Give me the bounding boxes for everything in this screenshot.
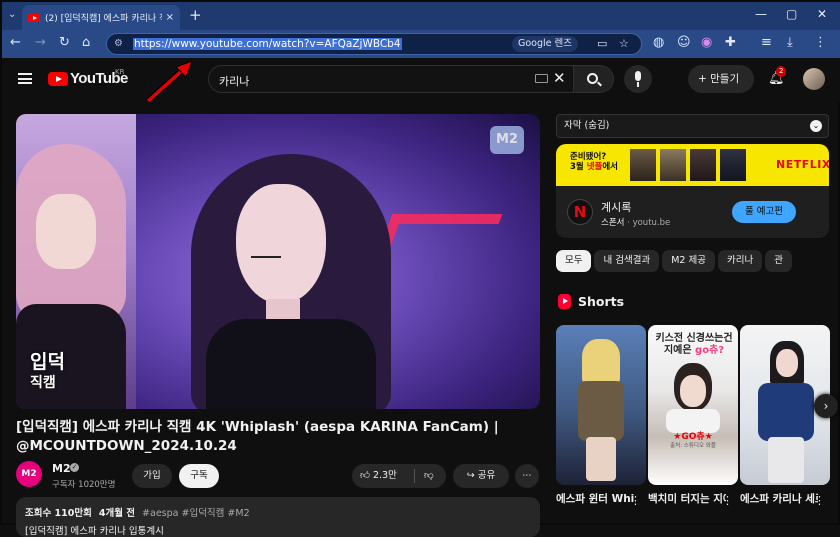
short-title-3[interactable]: 에스파 카리나 세로 직... (740, 492, 818, 507)
tab-search-icon[interactable]: ⌄ (8, 9, 16, 20)
shorts-next-chevron-icon[interactable]: › (814, 394, 838, 418)
description-text: [입덕직캠] 에스파 카리나 입통계시 (25, 523, 531, 537)
ad-banner[interactable]: 준비됐어? 3월 넷플에서 NETFLIX (556, 144, 829, 186)
search-query[interactable]: 카리나 (219, 73, 249, 89)
minimize-button[interactable]: — (755, 7, 767, 21)
shorts-logo-icon (558, 294, 571, 309)
clear-search-icon[interactable]: ✕ (553, 69, 566, 87)
netflix-n-logo-icon: N (567, 199, 593, 225)
extension-globe-icon[interactable]: ◍ (653, 35, 664, 50)
video-overlay-badge: 입덕 직캠 (30, 352, 65, 394)
download-icon[interactable]: ⤓ (787, 35, 793, 50)
youtube-logo-icon[interactable] (48, 72, 68, 86)
browser-tab-bar: ⌄ (2) [입덕직캠] 에스파 카리나 직 × + — ▢ ✕ (2, 2, 840, 30)
share-button[interactable]: ↪ 공유 (453, 464, 509, 488)
reading-list-icon[interactable]: ≡ (761, 35, 772, 50)
verified-check-icon: ✓ (70, 463, 79, 472)
short-2-more-icon[interactable]: ⋮ (722, 494, 733, 507)
forward-icon[interactable]: → (35, 35, 46, 50)
maximize-button[interactable]: ▢ (786, 7, 797, 21)
channel-avatar[interactable]: M2 (16, 461, 42, 487)
extension-ghost-icon[interactable]: ☺ (677, 35, 691, 50)
cast-icon[interactable]: ▭ (597, 37, 607, 50)
share-arrow-icon: ↪ (467, 470, 478, 481)
subscriber-count: 구독자 1020만명 (52, 478, 115, 490)
google-lens-button[interactable]: Google 렌즈 (512, 36, 578, 52)
thumbs-up-icon: 👍︎ (360, 470, 373, 481)
like-button[interactable]: 👍︎ 2.3만 👎︎ (352, 464, 446, 488)
tab-close-icon[interactable]: × (166, 12, 174, 23)
subscribe-button[interactable]: 구독 (179, 464, 219, 488)
create-button[interactable]: + 만들기 (688, 65, 754, 93)
short-thumbnail-2[interactable]: 키스전 신경쓰는건 지예은 go츄? ★GO츄★ 출처: 스튜디오 와플 (648, 325, 738, 485)
extension-app-icon[interactable]: ◉ (701, 35, 712, 50)
chip-all[interactable]: 모두 (556, 250, 591, 272)
short-thumbnail-1[interactable] (556, 325, 646, 485)
video-description[interactable]: 조회수 110만회 4개월 전 #aespa #입덕직캠 #M2 [입덕직캠] … (16, 497, 540, 537)
short-1-more-icon[interactable]: ⋮ (630, 494, 641, 507)
search-input[interactable]: 카리나 ✕ (208, 65, 574, 93)
video-player[interactable]: M2 입덕 직캠 (16, 114, 540, 409)
short-overlay-text: 키스전 신경쓰는건 지예은 go츄? (654, 333, 734, 357)
channel-name[interactable]: M2 (52, 462, 71, 475)
voice-search-button[interactable] (624, 65, 652, 93)
video-title: [입덕직캠] 에스파 카리나 직캠 4K 'Whiplash' (aespa K… (16, 418, 540, 456)
short-source-caption: 출처: 스튜디오 와플 (654, 441, 732, 449)
youtube-favicon-icon (28, 14, 40, 22)
browser-toolbar: ← → ↻ ⌂ ⚙ https://www.youtube.com/watch?… (2, 30, 840, 58)
join-button[interactable]: 가입 (132, 464, 172, 488)
region-label: KR (115, 68, 124, 76)
new-tab-button[interactable]: + (189, 6, 202, 24)
search-button[interactable] (574, 65, 614, 93)
youtube-header: YouTube KR 카리나 ✕ + 만들기 🔔︎ 2 (2, 58, 840, 102)
keyboard-icon[interactable] (535, 74, 548, 83)
close-window-button[interactable]: ✕ (817, 7, 827, 21)
screen: ⌄ (2) [입덕직캠] 에스파 카리나 직 × + — ▢ ✕ ← → ↻ ⌂… (0, 0, 840, 525)
site-info-icon[interactable]: ⚙ (114, 38, 127, 50)
filter-chips: 모두내 검색결과M2 제공카리나관 (556, 248, 829, 272)
hashtags[interactable]: #aespa #입덕직캠 #M2 (142, 508, 250, 519)
upload-age: 4개월 전 (99, 508, 135, 519)
browser-menu-icon[interactable]: ⋮ (814, 35, 827, 50)
ad-banner-text: 준비됐어? 3월 넷플에서 (570, 152, 618, 172)
reload-icon[interactable]: ↻ (59, 35, 70, 50)
back-icon[interactable]: ← (10, 35, 21, 50)
menu-icon[interactable] (18, 73, 32, 84)
home-icon[interactable]: ⌂ (82, 35, 90, 50)
ad-sponsor-line: 스폰서 · youtu.be (601, 216, 670, 228)
short-title-2[interactable]: 백치미 터지는 지예은 ... (648, 492, 726, 507)
extensions-puzzle-icon[interactable]: ✚ (725, 35, 736, 50)
address-bar[interactable]: ⚙ https://www.youtube.com/watch?v=AFQaZj… (106, 33, 642, 55)
channel-watermark-logo: M2 (490, 126, 524, 154)
view-count: 조회수 110만회 (25, 508, 92, 519)
annotation-arrow-icon (142, 57, 202, 107)
sponsored-ad-card[interactable]: 준비됐어? 3월 넷플에서 NETFLIX N 계시록 스폰서 · youtu.… (556, 144, 829, 238)
url-text[interactable]: https://www.youtube.com/watch?v=AFQaZjWB… (133, 38, 402, 50)
tab-title: (2) [입덕직캠] 에스파 카리나 직 (45, 11, 162, 24)
browser-tab-active[interactable]: (2) [입덕직캠] 에스파 카리나 직 × (22, 5, 180, 30)
captions-label: 자막 (숨김) (564, 120, 609, 131)
ad-title[interactable]: 계시록 (601, 199, 631, 215)
notification-count-badge: 2 (776, 66, 786, 77)
shorts-heading: Shorts (578, 294, 624, 309)
chip-my-results[interactable]: 내 검색결과 (594, 250, 659, 272)
chip-related[interactable]: 관 (765, 250, 792, 272)
chip-karina[interactable]: 카리나 (718, 250, 762, 272)
more-actions-icon[interactable]: ⋯ (515, 464, 539, 488)
dislike-thumbs-down-icon[interactable]: 👎︎ (424, 464, 434, 488)
bookmark-star-icon[interactable]: ☆ (619, 37, 629, 50)
netflix-logo: NETFLIX (776, 158, 829, 171)
chevron-down-icon[interactable]: ⌄ (810, 120, 822, 132)
chip-m2[interactable]: M2 제공 (662, 250, 715, 272)
short-title-1[interactable]: 에스파 윈터 Whiplash ... (556, 492, 634, 507)
full-trailer-button[interactable]: 풀 예고편 (732, 201, 796, 223)
like-count: 2.3만 (373, 470, 397, 481)
short-3-more-icon[interactable]: ⋮ (814, 494, 825, 507)
account-avatar[interactable] (803, 68, 825, 90)
captions-panel-toggle[interactable]: 자막 (숨김) ⌄ (556, 114, 829, 138)
